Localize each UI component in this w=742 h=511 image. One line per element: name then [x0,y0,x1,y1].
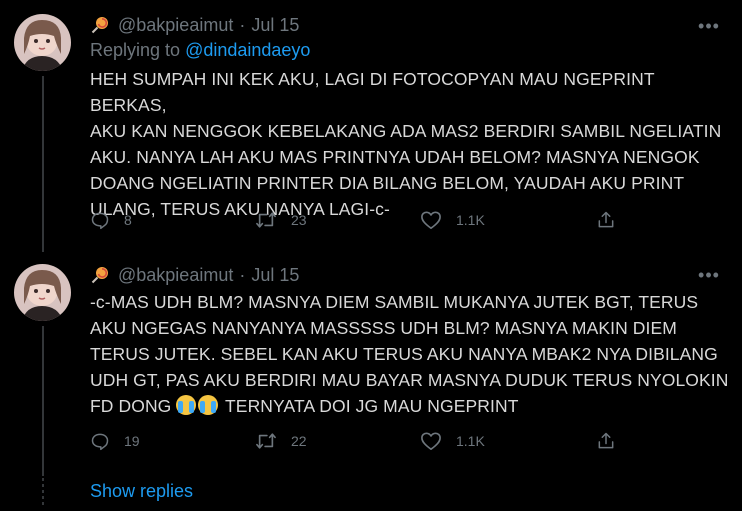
lollipop-icon [90,265,110,285]
like-button[interactable]: 1.1K [420,431,485,451]
tweet-date[interactable]: Jul 15 [251,265,299,286]
like-count: 1.1K [456,433,485,449]
tweet-actions: 8 23 1.1K [90,210,630,232]
tweet-actions: 19 22 1.1K [90,431,630,453]
avatar[interactable] [14,264,71,321]
reply-icon [91,433,109,451]
share-icon [598,211,614,228]
heart-icon [421,211,441,229]
thread-line [42,76,44,252]
heart-icon [421,432,441,450]
reply-count: 19 [124,433,140,449]
retweet-count: 23 [291,212,307,228]
loudly-crying-face-icon [176,395,197,415]
reply-icon [91,212,109,230]
dot-separator: · [239,264,246,285]
tweet-text: -c-MAS UDH BLM? MASNYA DIEM SAMBIL MUKAN… [90,289,730,419]
loudly-crying-face-icon [198,395,219,415]
user-handle[interactable]: @bakpieaimut [118,265,233,286]
tweet-date[interactable]: Jul 15 [251,15,299,36]
tweet-text: HEH SUMPAH INI KEK AKU, LAGI DI FOTOCOPY… [90,69,722,219]
dot-separator: · [239,14,246,35]
reply-button[interactable]: 8 [90,210,132,230]
tweet-header: @bakpieaimut · Jul 15 [90,263,299,287]
show-replies-link[interactable]: Show replies [90,481,193,502]
reply-count: 8 [124,212,132,228]
thread-dots [42,478,44,508]
retweet-button[interactable]: 22 [255,431,307,451]
retweet-button[interactable]: 23 [255,210,307,230]
like-button[interactable]: 1.1K [420,210,485,230]
tweet[interactable]: @bakpieaimut · Jul 15 ••• Replying to @d… [0,0,742,252]
like-count: 1.1K [456,212,485,228]
tweet-text-part: TERNYATA DOI JG MAU NGEPRINT [220,396,519,416]
reply-button[interactable]: 19 [90,431,140,451]
retweet-icon [256,433,276,449]
replying-to-handle[interactable]: @dindaindaeyo [185,40,310,60]
share-button[interactable] [596,210,616,230]
lollipop-icon [90,15,110,35]
replying-to-label: Replying to [90,40,181,60]
tweet-header: @bakpieaimut · Jul 15 [90,13,299,37]
more-icon[interactable]: ••• [698,16,720,36]
share-icon [598,432,614,449]
replying-to: Replying to @dindaindaeyo [90,40,310,61]
more-icon[interactable]: ••• [698,265,720,285]
retweet-icon [256,212,276,228]
thread-line [42,326,44,476]
share-button[interactable] [596,431,616,451]
avatar[interactable] [14,14,71,71]
user-handle[interactable]: @bakpieaimut [118,15,233,36]
retweet-count: 22 [291,433,307,449]
